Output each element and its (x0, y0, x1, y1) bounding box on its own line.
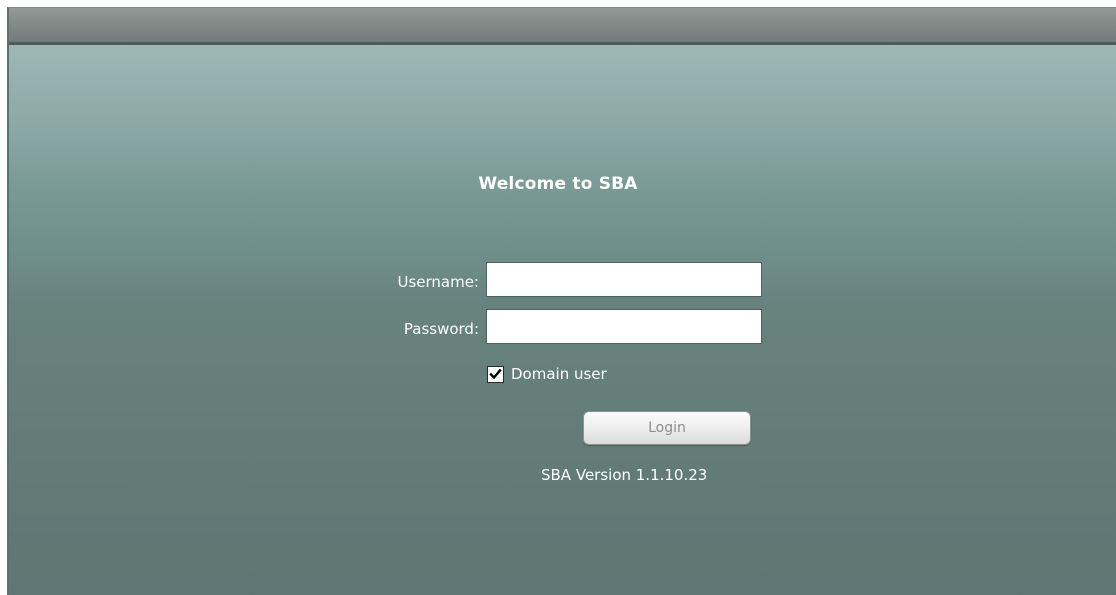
domain-user-checkbox[interactable] (487, 366, 504, 383)
username-input[interactable] (486, 262, 762, 297)
welcome-heading: Welcome to SBA (478, 174, 638, 194)
username-label: Username: (397, 273, 479, 291)
version-text: SBA Version 1.1.10.23 (541, 466, 708, 484)
checkmark-icon (489, 368, 502, 380)
title-bar (9, 8, 1116, 45)
password-label: Password: (403, 320, 479, 338)
login-button[interactable]: Login (583, 411, 751, 445)
app-window (7, 7, 1116, 595)
domain-user-label[interactable]: Domain user (511, 365, 607, 383)
password-input[interactable] (486, 309, 762, 344)
